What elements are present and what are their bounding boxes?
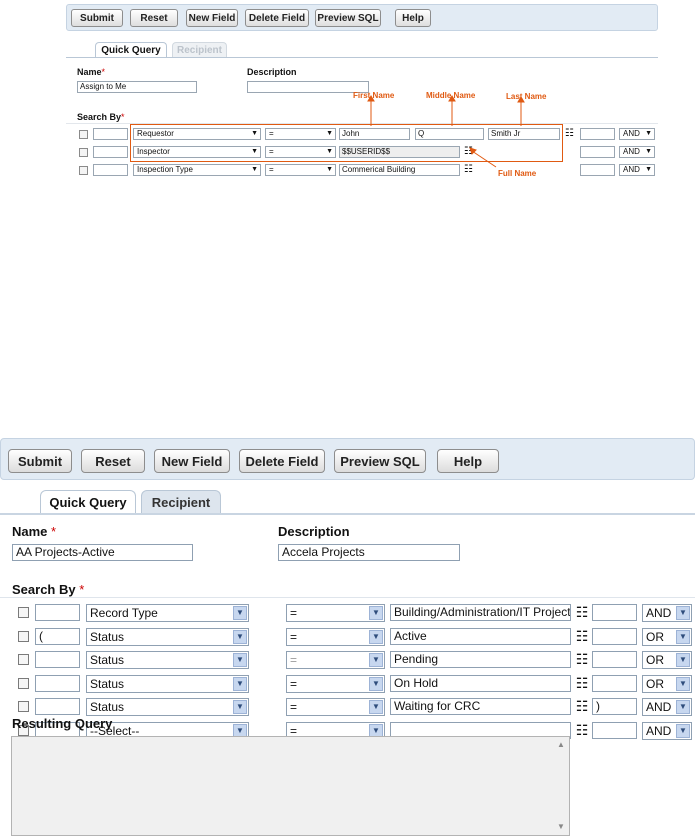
search-by-label: Search By *	[12, 582, 85, 597]
chevron-down-icon: ▼	[233, 653, 247, 667]
chevron-down-icon: ▼	[676, 606, 690, 620]
chevron-down-icon: ▼	[676, 653, 690, 667]
value-input[interactable]: On Hold	[390, 675, 571, 692]
conjunction-select[interactable]: AND ▼	[642, 722, 692, 740]
search-by-divider	[0, 597, 695, 598]
operator-select[interactable]: = ▼	[286, 698, 385, 716]
field-select[interactable]: Record Type ▼	[86, 604, 249, 622]
value-input[interactable]: Waiting for CRC	[390, 698, 571, 715]
scroll-up-icon[interactable]: ▲	[554, 738, 568, 752]
paren-close-input[interactable]	[592, 675, 637, 692]
value-picker-icon[interactable]: ☷	[574, 675, 590, 691]
paren-close-input[interactable]	[592, 722, 637, 739]
value-picker-icon[interactable]: ☷	[574, 628, 590, 644]
chevron-down-icon: ▼	[676, 677, 690, 691]
value-input[interactable]: Pending	[390, 651, 571, 668]
annotation-full-name: Full Name	[498, 169, 537, 178]
row-checkbox[interactable]	[18, 631, 29, 642]
operator-select[interactable]: = ▼	[286, 651, 385, 669]
chevron-down-icon: ▼	[676, 630, 690, 644]
tab-quick-query[interactable]: Quick Query	[40, 490, 136, 513]
conjunction-select[interactable]: AND ▼	[642, 698, 692, 716]
delete-field-button[interactable]: Delete Field	[239, 449, 325, 473]
operator-select[interactable]: = ▼	[286, 628, 385, 646]
chevron-down-icon: ▼	[676, 724, 690, 738]
chevron-down-icon: ▼	[369, 677, 383, 691]
paren-open-input[interactable]	[35, 651, 80, 668]
operator-select[interactable]: = ▼	[286, 675, 385, 693]
description-label: Description	[278, 524, 350, 539]
row-checkbox[interactable]	[18, 654, 29, 665]
paren-open-input[interactable]	[35, 698, 80, 715]
value-picker-icon[interactable]: ☷	[574, 698, 590, 714]
paren-close-input[interactable]: )	[592, 698, 637, 715]
tab-recipient[interactable]: Recipient	[141, 490, 221, 513]
preview-sql-button[interactable]: Preview SQL	[334, 449, 426, 473]
chevron-down-icon: ▼	[369, 700, 383, 714]
operator-select[interactable]: = ▼	[286, 604, 385, 622]
conjunction-select[interactable]: OR ▼	[642, 628, 692, 646]
paren-close-input[interactable]	[592, 604, 637, 621]
value-picker-icon[interactable]: ☷	[574, 651, 590, 667]
conjunction-select[interactable]: AND ▼	[642, 604, 692, 622]
row-checkbox[interactable]	[18, 678, 29, 689]
name-input[interactable]: AA Projects-Active	[12, 544, 193, 561]
value-input[interactable]: Active	[390, 628, 571, 645]
value-picker-icon[interactable]: ☷	[574, 604, 590, 620]
value-input[interactable]: Building/Administration/IT Project	[390, 604, 571, 621]
help-button[interactable]: Help	[437, 449, 499, 473]
field-select[interactable]: Status ▼	[86, 651, 249, 669]
name-label: Name *	[12, 524, 57, 539]
field-select[interactable]: Status ▼	[86, 628, 249, 646]
new-field-button[interactable]: New Field	[154, 449, 230, 473]
chevron-down-icon: ▼	[233, 700, 247, 714]
field-select[interactable]: Status ▼	[86, 675, 249, 693]
chevron-down-icon: ▼	[369, 653, 383, 667]
chevron-down-icon: ▼	[233, 630, 247, 644]
reset-button[interactable]: Reset	[81, 449, 145, 473]
resulting-query-textarea[interactable]: ▲ ▼	[11, 736, 570, 836]
paren-open-input[interactable]: (	[35, 628, 80, 645]
chevron-down-icon: ▼	[369, 630, 383, 644]
chevron-down-icon: ▼	[369, 606, 383, 620]
scroll-down-icon[interactable]: ▼	[554, 820, 568, 834]
paren-open-input[interactable]	[35, 675, 80, 692]
submit-button[interactable]: Submit	[8, 449, 72, 473]
paren-open-input[interactable]	[35, 604, 80, 621]
chevron-down-icon: ▼	[233, 606, 247, 620]
annotation-arrows	[367, 95, 525, 168]
tab-divider	[0, 513, 695, 515]
toolbar: Submit Reset New Field Delete Field Prev…	[0, 438, 695, 480]
paren-close-input[interactable]	[592, 651, 637, 668]
value-picker-icon[interactable]: ☷	[574, 722, 590, 738]
row-checkbox[interactable]	[18, 701, 29, 712]
resulting-query-label: Resulting Query	[12, 716, 113, 731]
conjunction-select[interactable]: OR ▼	[642, 675, 692, 693]
chevron-down-icon: ▼	[676, 700, 690, 714]
field-select[interactable]: Status ▼	[86, 698, 249, 716]
conjunction-select[interactable]: OR ▼	[642, 651, 692, 669]
row-checkbox[interactable]	[18, 607, 29, 618]
paren-close-input[interactable]	[592, 628, 637, 645]
description-input[interactable]: Accela Projects	[278, 544, 460, 561]
chevron-down-icon: ▼	[233, 677, 247, 691]
